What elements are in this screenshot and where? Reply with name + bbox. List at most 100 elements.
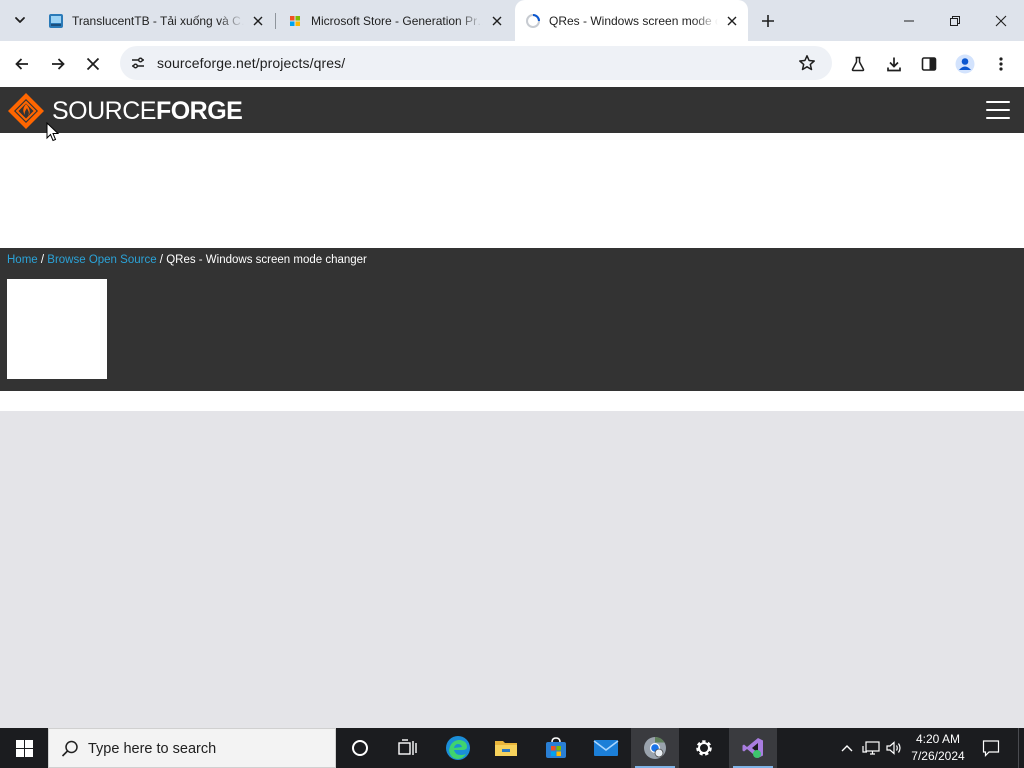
gear-icon xyxy=(696,740,712,756)
task-view-button[interactable] xyxy=(384,728,432,768)
close-window-button[interactable] xyxy=(978,0,1024,41)
page-body xyxy=(0,411,1024,728)
show-desktop-button[interactable] xyxy=(1018,728,1024,768)
store-bag-icon xyxy=(546,737,566,758)
windows-logo-icon xyxy=(15,739,33,757)
translucenttb-favicon xyxy=(48,13,64,29)
arrow-right-icon xyxy=(52,58,65,70)
settings-taskbar-button[interactable] xyxy=(680,728,728,768)
file-explorer-button[interactable] xyxy=(482,728,530,768)
bookmark-star-icon[interactable] xyxy=(795,51,819,75)
start-button[interactable] xyxy=(0,728,48,768)
sourceforge-header: SOURCEFORGE xyxy=(0,87,1024,133)
tab-microsoft-store[interactable]: Microsoft Store - Generation Pr… xyxy=(277,6,513,35)
close-icon xyxy=(86,57,100,71)
cortana-button[interactable] xyxy=(336,728,384,768)
close-tab-icon[interactable] xyxy=(248,11,268,31)
breadcrumb-current: QRes - Windows screen mode changer xyxy=(166,254,367,266)
mail-button[interactable] xyxy=(582,728,630,768)
volume-tray-button[interactable] xyxy=(884,728,904,768)
sourceforge-logo-icon[interactable] xyxy=(6,91,46,131)
breadcrumb-browse-link[interactable]: Browse Open Source xyxy=(47,254,156,266)
visual-studio-icon xyxy=(742,738,763,758)
task-view-icon xyxy=(398,739,417,755)
chevron-down-icon xyxy=(15,17,25,23)
tab-translucenttb[interactable]: TranslucentTB - Tải xuống và C… xyxy=(38,6,274,35)
restore-button[interactable] xyxy=(932,0,978,41)
side-panel-button[interactable] xyxy=(913,48,945,80)
brand-bold: FORGE xyxy=(155,97,243,125)
breadcrumb-separator: / xyxy=(156,254,167,266)
project-icon xyxy=(7,279,107,379)
visual-studio-taskbar-button[interactable] xyxy=(729,728,777,768)
minimize-button[interactable] xyxy=(886,0,932,41)
clock-date: 7/26/2024 xyxy=(911,749,965,763)
show-hidden-icons-button[interactable] xyxy=(838,728,856,768)
minimize-icon xyxy=(904,20,914,21)
sourceforge-wordmark[interactable]: SOURCEFORGE xyxy=(52,97,243,126)
more-vertical-icon xyxy=(999,57,1003,71)
chevron-up-icon xyxy=(841,745,853,752)
restore-icon xyxy=(950,15,960,26)
taskbar-clock[interactable]: 4:20 AM 7/26/2024 xyxy=(906,731,970,765)
content-strip xyxy=(0,391,1024,411)
new-tab-button[interactable] xyxy=(756,9,780,33)
search-placeholder: Type here to search xyxy=(88,741,217,757)
tab-strip: TranslucentTB - Tải xuống và C… Microsof… xyxy=(0,0,1024,41)
microsoft-store-taskbar-button[interactable] xyxy=(532,728,580,768)
downloads-button[interactable] xyxy=(878,48,910,80)
network-icon xyxy=(862,741,880,755)
notification-icon xyxy=(982,740,1000,757)
close-tab-icon[interactable] xyxy=(722,11,742,31)
side-panel-icon xyxy=(921,57,937,71)
url-text: sourceforge.net/projects/qres/ xyxy=(157,55,346,71)
flask-icon xyxy=(851,56,865,72)
tab-title: QRes - Windows screen mode c… xyxy=(549,13,718,28)
tab-title: Microsoft Store - Generation Pr… xyxy=(311,13,483,28)
loading-spinner-favicon xyxy=(525,13,541,29)
breadcrumb: Home / Browse Open Source / QRes - Windo… xyxy=(7,254,367,266)
arrow-left-icon xyxy=(15,58,28,70)
windows-taskbar: Type here to search 4:20 AM 7/26/2024 xyxy=(0,728,1024,768)
clock-time: 4:20 AM xyxy=(915,732,961,746)
tab-separator xyxy=(275,13,276,29)
brand-light: SOURCE xyxy=(52,97,156,125)
breadcrumb-separator: / xyxy=(37,254,48,266)
taskbar-search-box[interactable]: Type here to search xyxy=(48,728,336,768)
tab-qres-active[interactable]: QRes - Windows screen mode c… xyxy=(515,0,748,41)
forward-button[interactable] xyxy=(42,48,74,80)
edge-icon xyxy=(446,736,470,760)
close-icon xyxy=(995,15,1007,26)
menu-button[interactable] xyxy=(985,48,1017,80)
mail-icon xyxy=(593,740,619,756)
tab-title: TranslucentTB - Tải xuống và C… xyxy=(72,13,244,28)
download-icon xyxy=(887,57,901,72)
breadcrumb-home-link[interactable]: Home xyxy=(7,254,38,266)
profile-button[interactable] xyxy=(949,48,981,80)
labs-button[interactable] xyxy=(842,48,874,80)
notification-center-button[interactable] xyxy=(978,728,1004,768)
back-button[interactable] xyxy=(6,48,38,80)
search-icon xyxy=(61,740,78,757)
hamburger-menu-icon[interactable] xyxy=(986,101,1010,120)
network-tray-button[interactable] xyxy=(860,728,882,768)
browser-toolbar: sourceforge.net/projects/qres/ xyxy=(0,41,1024,87)
microsoft-store-favicon xyxy=(287,13,303,29)
project-header: Home / Browse Open Source / QRes - Windo… xyxy=(0,248,1024,391)
avatar-icon xyxy=(955,54,975,74)
screen: TranslucentTB - Tải xuống và C… Microsof… xyxy=(0,0,1024,768)
edge-taskbar-button[interactable] xyxy=(434,728,482,768)
site-info-icon[interactable] xyxy=(126,51,150,75)
mouse-cursor-icon xyxy=(46,122,60,142)
speaker-icon xyxy=(886,741,901,755)
tab-search-button[interactable] xyxy=(7,7,33,33)
folder-icon xyxy=(495,741,517,756)
chrome-taskbar-button[interactable] xyxy=(631,728,679,768)
ad-banner-area xyxy=(0,133,1024,248)
stop-loading-button[interactable] xyxy=(77,48,109,80)
address-bar[interactable]: sourceforge.net/projects/qres/ xyxy=(120,46,832,80)
close-tab-icon[interactable] xyxy=(487,11,507,31)
chrome-icon xyxy=(644,737,666,759)
cortana-icon xyxy=(352,740,368,756)
plus-icon xyxy=(762,15,774,27)
